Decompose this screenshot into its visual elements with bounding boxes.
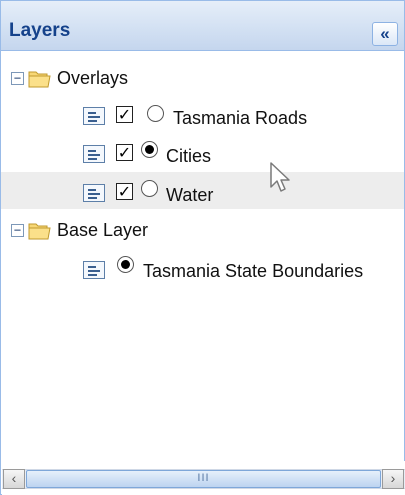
collapse-button[interactable]: « — [372, 22, 398, 46]
layer-label: Tasmania Roads — [173, 108, 308, 128]
collapse-toggle-icon[interactable]: − — [11, 224, 24, 237]
collapse-toggle-icon[interactable]: − — [11, 72, 24, 85]
visibility-checkbox[interactable]: ✓ — [116, 106, 133, 123]
visibility-checkbox[interactable]: ✓ — [116, 183, 133, 200]
panel-title: Layers — [9, 20, 71, 41]
layer-radio[interactable] — [141, 180, 158, 197]
layer-legend-icon — [83, 107, 105, 125]
scroll-left-button[interactable]: ‹ — [3, 469, 25, 489]
layer-row[interactable]: Tasmania State Boundaries — [1, 250, 404, 287]
mouse-pointer-icon — [270, 162, 290, 192]
tree-group-base-layer[interactable]: − Base Layer — [1, 212, 404, 249]
scroll-thumb[interactable]: III — [26, 470, 381, 488]
layer-radio[interactable] — [147, 105, 164, 122]
group-label: Overlays — [57, 68, 129, 88]
layer-row[interactable]: ✓ Water — [1, 172, 404, 209]
layer-label: Cities — [166, 146, 212, 166]
layer-radio[interactable] — [141, 141, 158, 158]
layer-label: Tasmania State Boundaries — [143, 261, 364, 281]
layer-row[interactable]: ✓ Tasmania Roads — [1, 97, 404, 134]
layers-panel: Layers « − Overlays ✓ Tasmania Roads ✓ C… — [0, 0, 405, 495]
base-layer-radio[interactable] — [117, 256, 134, 273]
tree-group-overlays[interactable]: − Overlays — [1, 60, 404, 97]
folder-open-icon — [28, 71, 51, 88]
visibility-checkbox[interactable]: ✓ — [116, 144, 133, 161]
layer-legend-icon — [83, 261, 105, 279]
layer-legend-icon — [83, 184, 105, 202]
group-label: Base Layer — [57, 220, 149, 240]
panel-header: Layers « — [1, 1, 404, 51]
layer-row[interactable]: ✓ Cities — [1, 135, 404, 172]
scroll-right-button[interactable]: › — [382, 469, 404, 489]
layer-legend-icon — [83, 145, 105, 163]
folder-open-icon — [28, 223, 51, 240]
horizontal-scrollbar[interactable]: ‹ III › — [2, 461, 405, 495]
layer-label: Water — [166, 185, 214, 205]
